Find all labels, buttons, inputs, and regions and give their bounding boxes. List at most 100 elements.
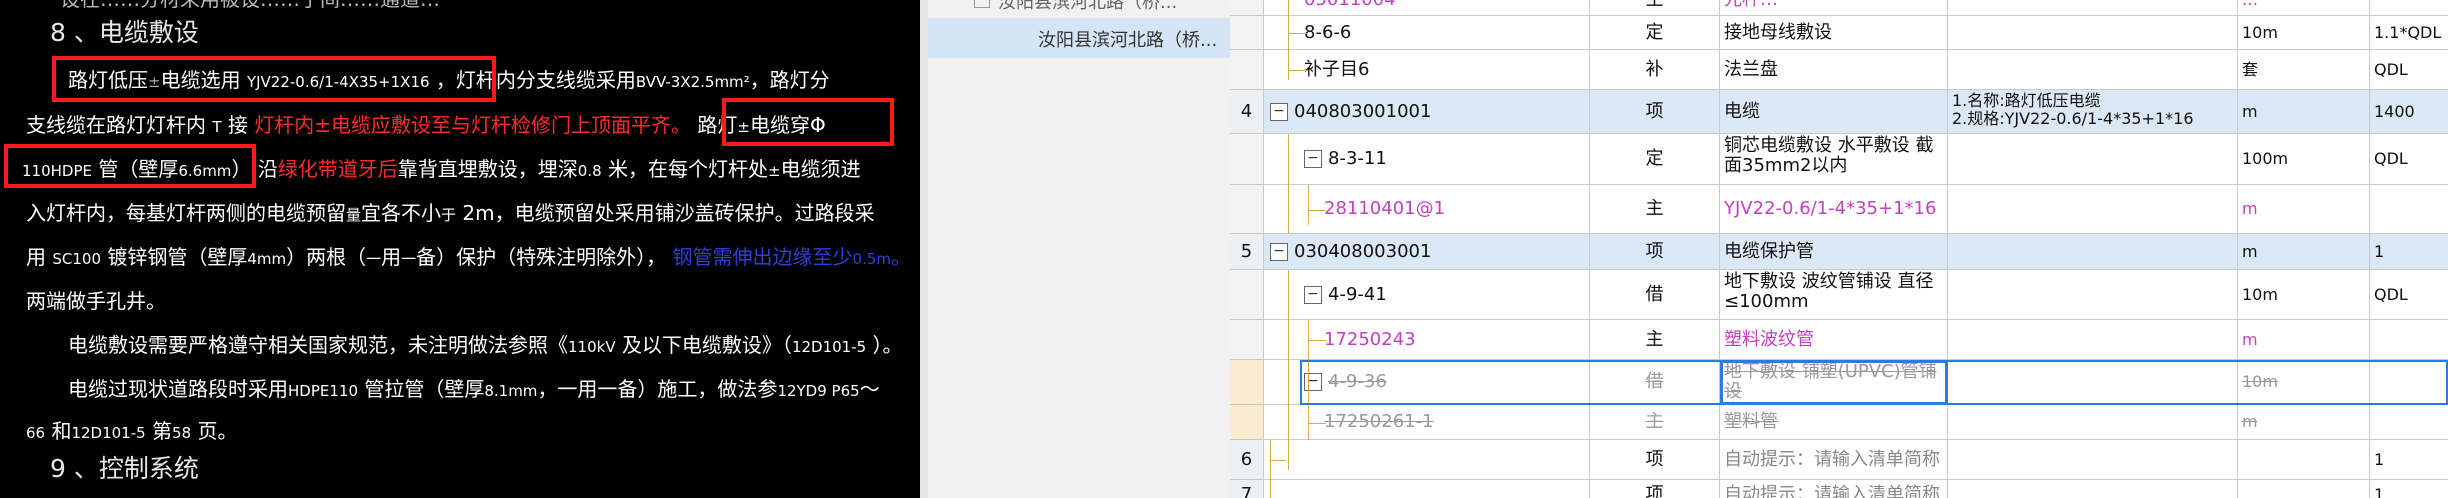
tree-connector-line xyxy=(1270,460,1286,461)
item-name: 塑料波纹管 xyxy=(1724,328,1814,350)
table-cell-name[interactable]: 自动提示：请输入清单简称 xyxy=(1720,480,1948,498)
table-cell-unit[interactable]: 100m xyxy=(2238,134,2370,185)
cell-qty: 1400 xyxy=(2374,101,2415,121)
table-cell-type[interactable]: 项 xyxy=(1590,90,1720,134)
table-cell-code[interactable]: 8-6-6 xyxy=(1264,16,1590,50)
table-cell-unit[interactable]: m xyxy=(2238,320,2370,360)
table-cell-unit[interactable]: … xyxy=(2238,0,2370,16)
item-name-line-1: 铜芯电缆敷设 水平敷设 截 xyxy=(1724,135,1934,156)
table-cell-unit[interactable]: m xyxy=(2238,234,2370,270)
table-cell-unit[interactable]: m xyxy=(2238,185,2370,234)
collapse-toggle-icon[interactable]: − xyxy=(1304,373,1322,391)
table-cell-name[interactable]: 电缆保护管 xyxy=(1720,234,1948,270)
table-cell-qty[interactable] xyxy=(2370,405,2448,440)
tree-connector-line xyxy=(1288,134,1289,234)
table-cell-feature[interactable] xyxy=(1948,440,2238,480)
table-cell-qty[interactable]: 1 xyxy=(2370,480,2448,498)
tree-node-1[interactable]: 汝阳县滨河北路（桥... xyxy=(974,0,1177,14)
collapse-toggle-icon[interactable]: − xyxy=(1304,150,1322,168)
table-cell-type[interactable]: 主 xyxy=(1590,405,1720,440)
table-cell-code[interactable]: −8-3-11 xyxy=(1264,134,1590,185)
table-cell-feature[interactable] xyxy=(1948,134,2238,185)
paragraph-line-8: 电缆过现状道路段时采用HDPE110 管拉管（壁厚8.1mm，一用一备）施工，做… xyxy=(68,377,880,401)
feature-line-1: 1.名称:路灯低压电缆 xyxy=(1952,91,2101,110)
cell-type: 定 xyxy=(1645,21,1664,43)
table-cell-type[interactable]: 项 xyxy=(1590,234,1720,270)
table-cell-feature[interactable] xyxy=(1948,185,2238,234)
table-cell-type[interactable]: 定 xyxy=(1590,134,1720,185)
table-cell-name[interactable]: 地下敷设 铺塑(UPVC)管铺设直径≤100mm xyxy=(1720,360,1948,405)
table-cell-qty[interactable]: 1.1*QDL xyxy=(2370,16,2448,50)
paragraph-line-2: 支线缆在路灯灯杆内 T 接 灯杆内±电缆应敷设至与灯杆检修门上顶面平齐。 路灯±… xyxy=(26,113,826,137)
table-cell-feature[interactable] xyxy=(1948,50,2238,90)
table-cell-code[interactable]: −040803001001 xyxy=(1264,90,1590,134)
table-cell-feature[interactable] xyxy=(1948,16,2238,50)
tree-connector-line xyxy=(1308,185,1309,225)
table-cell-qty[interactable]: QDL xyxy=(2370,134,2448,185)
table-cell-qty[interactable]: QDL xyxy=(2370,270,2448,320)
table-cell-num xyxy=(1230,270,1264,320)
table-cell-qty[interactable]: 1400 xyxy=(2370,90,2448,134)
table-cell-unit[interactable] xyxy=(2238,480,2370,498)
table-cell-code[interactable]: −030408003001 xyxy=(1264,234,1590,270)
table-cell-unit[interactable]: 套 xyxy=(2238,50,2370,90)
table-cell-unit[interactable]: 10m xyxy=(2238,270,2370,320)
table-cell-type[interactable]: 主 xyxy=(1590,320,1720,360)
table-cell-type[interactable]: 补 xyxy=(1590,50,1720,90)
table-cell-num: 6 xyxy=(1230,440,1264,480)
table-cell-feature[interactable] xyxy=(1948,480,2238,498)
item-name: 电缆 xyxy=(1724,100,1760,122)
table-cell-qty[interactable]: QDL xyxy=(2370,50,2448,90)
table-cell-code[interactable]: −4-9-36 xyxy=(1264,360,1590,405)
tree-node-2-selected[interactable]: 汝阳县滨河北路（桥... xyxy=(1038,26,1217,52)
paragraph-line-1: 路灯低压±电缆选用 YJV22-0.6/1-4X35+1X16 ，灯杆内分支线缆… xyxy=(68,68,830,92)
table-cell-type[interactable]: 主 xyxy=(1590,185,1720,234)
table-cell-feature[interactable] xyxy=(1948,270,2238,320)
cell-type: 项 xyxy=(1645,100,1664,122)
table-cell-feature[interactable] xyxy=(1948,234,2238,270)
table-cell-unit[interactable]: m xyxy=(2238,90,2370,134)
table-cell-name[interactable]: 地下敷设 波纹管铺设 直径 ≤100mm xyxy=(1720,270,1948,320)
table-cell-feature[interactable] xyxy=(1948,0,2238,16)
table-cell-qty[interactable]: 1 xyxy=(2370,234,2448,270)
panel-divider[interactable] xyxy=(920,0,928,498)
table-cell-feature[interactable]: 1.名称:路灯低压电缆 2.规格:YJV22-0.6/1-4*35+1*16 xyxy=(1948,90,2238,134)
table-cell-feature[interactable] xyxy=(1948,405,2238,440)
table-cell-unit[interactable] xyxy=(2238,440,2370,480)
table-cell-code[interactable] xyxy=(1264,440,1590,480)
table-cell-unit[interactable]: 10m xyxy=(2238,16,2370,50)
table-cell-code[interactable]: 补子目6 xyxy=(1264,50,1590,90)
tree-connector-line xyxy=(1288,0,1289,80)
table-cell-name[interactable]: 自动提示：请输入清单简称 xyxy=(1720,440,1948,480)
table-cell-name[interactable]: 电缆 xyxy=(1720,90,1948,134)
table-cell-code[interactable]: −4-9-41 xyxy=(1264,270,1590,320)
table-cell-name[interactable]: 光杆… xyxy=(1720,0,1948,16)
table-cell-type[interactable]: 主 xyxy=(1590,0,1720,16)
collapse-toggle-icon[interactable]: − xyxy=(1270,102,1288,121)
collapse-toggle-icon[interactable]: − xyxy=(1304,285,1322,304)
table-cell-name[interactable]: 塑料管 xyxy=(1720,405,1948,440)
table-cell-type[interactable]: 项 xyxy=(1590,480,1720,498)
table-cell-type[interactable]: 项 xyxy=(1590,440,1720,480)
table-cell-type[interactable]: 借 xyxy=(1590,270,1720,320)
table-cell-name[interactable]: YJV22-0.6/1-4*35+1*16 xyxy=(1720,185,1948,234)
table-cell-unit[interactable]: 10m xyxy=(2238,360,2370,405)
table-cell-code[interactable]: 05011004 xyxy=(1264,0,1590,16)
table-cell-name[interactable]: 法兰盘 xyxy=(1720,50,1948,90)
table-cell-qty[interactable]: 1 xyxy=(2370,440,2448,480)
table-cell-code[interactable] xyxy=(1264,480,1590,498)
table-cell-qty[interactable] xyxy=(2370,185,2448,234)
table-cell-qty[interactable] xyxy=(2370,320,2448,360)
table-cell-name[interactable]: 铜芯电缆敷设 水平敷设 截面35mm2以内 xyxy=(1720,134,1948,185)
table-cell-qty[interactable] xyxy=(2370,0,2448,16)
tree-connector-line xyxy=(1288,270,1289,470)
table-cell-qty[interactable] xyxy=(2370,360,2448,405)
table-cell-name[interactable]: 塑料波纹管 xyxy=(1720,320,1948,360)
table-cell-unit[interactable]: m xyxy=(2238,405,2370,440)
table-cell-type[interactable]: 定 xyxy=(1590,16,1720,50)
table-cell-feature[interactable] xyxy=(1948,320,2238,360)
table-cell-name[interactable]: 接地母线敷设 xyxy=(1720,16,1948,50)
table-cell-feature[interactable] xyxy=(1948,360,2238,405)
table-cell-type[interactable]: 借 xyxy=(1590,360,1720,405)
collapse-toggle-icon[interactable]: − xyxy=(1270,242,1288,261)
